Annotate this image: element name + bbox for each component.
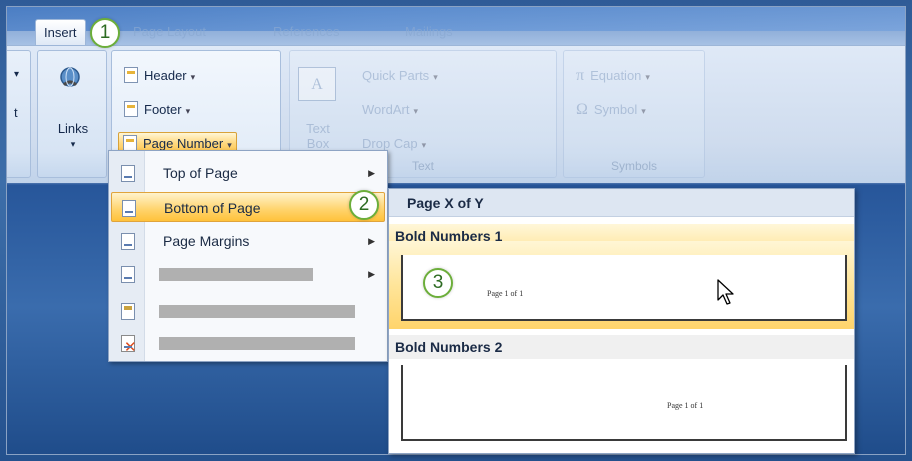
gallery-item-bold-numbers-1[interactable]: Page 1 of 1: [401, 255, 847, 321]
page-number-menu: Top of Page ▶ Bottom of Page Page Margin…: [108, 150, 388, 363]
symbols-group: π Equation ▾ Ω Symbol ▾ Symbols: [563, 50, 705, 178]
menu-item-label: Bottom of Page: [164, 200, 261, 216]
header-icon: [124, 67, 138, 83]
submenu-arrow-icon: ▶: [368, 269, 375, 279]
page-number-preview: Page 1 of 1: [667, 401, 704, 410]
tab-references[interactable]: References: [265, 19, 347, 45]
drop-cap-label: Drop Cap: [362, 136, 418, 151]
menu-item-redacted[interactable]: ▶: [111, 259, 385, 289]
footer-label: Footer: [144, 102, 182, 117]
links-dropdown-icon: ▾: [70, 139, 76, 149]
symbol-label: Symbol: [593, 102, 638, 117]
bottom-of-page-icon: [122, 200, 136, 217]
equation-button[interactable]: π Equation ▾: [576, 65, 650, 87]
wordart-label: WordArt: [362, 102, 410, 117]
bottom-of-page-gallery: Page X of Y Bold Numbers 1 Page 1 of 1 B…: [388, 188, 855, 454]
footer-button[interactable]: Footer ▾: [124, 99, 190, 121]
quick-parts-label: Quick Parts: [362, 68, 430, 83]
chevron-down-icon: ▾: [421, 140, 427, 150]
callout-step-3: 3: [423, 268, 453, 298]
links-button[interactable]: Links: [38, 121, 108, 136]
text-box-icon: A: [298, 67, 336, 101]
omega-icon: Ω: [576, 101, 588, 118]
menu-item-label: Page Margins: [163, 233, 250, 249]
redacted-label-bar: [159, 305, 355, 318]
footer-icon: [124, 101, 138, 117]
pi-icon: π: [576, 67, 585, 84]
menu-item-top-of-page[interactable]: Top of Page ▶: [111, 158, 385, 188]
gallery-item-bold-numbers-2[interactable]: Page 1 of 1: [401, 365, 847, 441]
chevron-down-icon: ▾: [227, 140, 232, 150]
current-position-icon: [121, 266, 135, 283]
links-group: Links ▾: [37, 50, 107, 178]
tab-insert[interactable]: Insert: [35, 19, 86, 45]
text-box-button[interactable]: Text Box: [296, 121, 340, 151]
chevron-down-icon: ▾: [185, 106, 191, 116]
page-margins-icon: [121, 233, 135, 250]
chevron-down-icon: ▾: [413, 106, 418, 116]
quick-parts-button[interactable]: Quick Parts ▾: [362, 65, 438, 87]
gallery-header: Page X of Y: [389, 189, 854, 217]
dropdown-arrow-icon: ▾: [14, 69, 20, 80]
menu-item-page-margins[interactable]: Page Margins ▶: [111, 226, 385, 256]
clipped-group: ▾ t: [7, 50, 31, 178]
submenu-arrow-icon: ▶: [368, 168, 375, 178]
menu-item-remove-redacted[interactable]: [111, 328, 385, 363]
links-globe-icon: [60, 67, 80, 87]
chevron-down-icon: ▾: [190, 72, 196, 82]
clipped-label: t: [14, 105, 18, 120]
page-number-icon: [123, 135, 137, 151]
header-button[interactable]: Header ▾: [124, 65, 195, 87]
format-page-numbers-icon: [121, 303, 135, 320]
header-label: Header: [144, 68, 187, 83]
menu-item-bottom-of-page[interactable]: Bottom of Page: [111, 192, 385, 222]
redacted-label-bar: [159, 337, 355, 350]
menu-item-label: Top of Page: [163, 165, 238, 181]
callout-step-1: 1: [90, 18, 120, 48]
tab-page-layout[interactable]: Page Layout: [125, 19, 214, 45]
symbols-group-label: Symbols: [610, 159, 657, 173]
gallery-section-title: Bold Numbers 2: [389, 335, 854, 359]
mouse-pointer-icon: [717, 279, 734, 305]
symbol-button[interactable]: Ω Symbol ▾: [576, 99, 646, 121]
chevron-down-icon: ▾: [645, 72, 650, 82]
remove-page-numbers-icon: [121, 333, 137, 363]
menu-item-format-redacted[interactable]: [111, 296, 385, 326]
ribbon-tab-strip: Insert Page Layout References Mailings: [7, 7, 905, 47]
chevron-down-icon: ▾: [433, 72, 438, 82]
submenu-arrow-icon: ▶: [368, 236, 375, 246]
top-of-page-icon: [121, 165, 135, 182]
wordart-button[interactable]: WordArt ▾: [362, 99, 418, 121]
page-number-label: Page Number: [143, 136, 224, 151]
redacted-label-bar: [159, 268, 313, 281]
page-number-preview: Page 1 of 1: [487, 289, 524, 298]
equation-label: Equation: [590, 68, 642, 83]
tab-mailings[interactable]: Mailings: [397, 19, 461, 45]
chevron-down-icon: ▾: [641, 106, 646, 116]
callout-step-2: 2: [349, 190, 379, 220]
